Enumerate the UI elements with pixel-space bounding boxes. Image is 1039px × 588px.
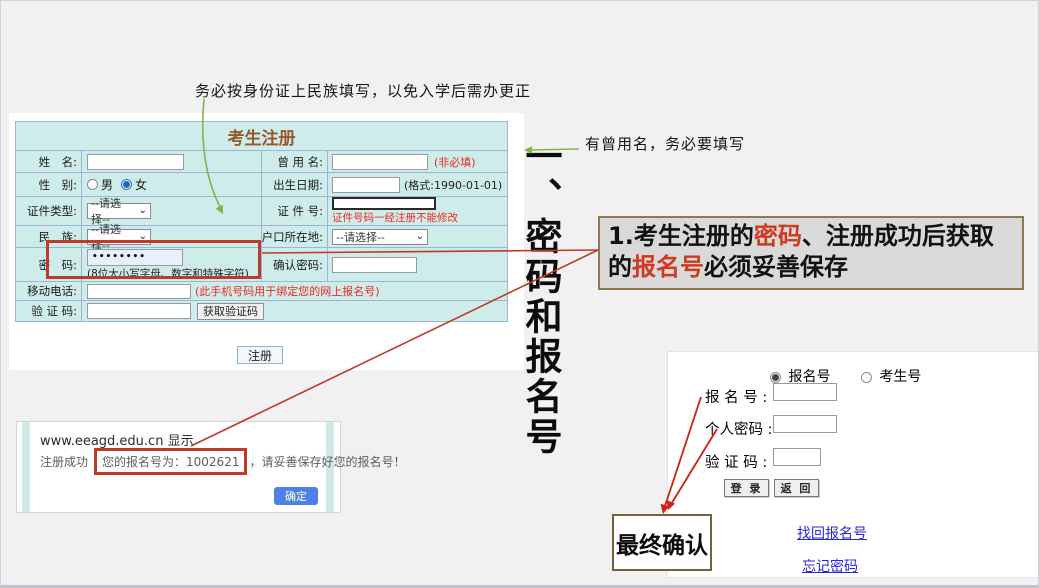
ethnic-select[interactable]: --请选择-- ⌄ — [87, 229, 151, 245]
back-button[interactable]: 返 回 — [774, 479, 819, 497]
idno-warning: 证件号码一经注册不能修改 — [332, 210, 507, 225]
male-radio[interactable] — [87, 179, 98, 190]
callout-text: 必须妥善保存 — [704, 253, 848, 281]
idtype-label: 证件类型: — [16, 197, 82, 225]
registration-title: 考生注册 — [16, 122, 507, 150]
male-label: 男 — [101, 176, 113, 193]
regnumber-radio[interactable] — [770, 372, 781, 383]
password-label: 密 码: — [16, 248, 82, 281]
dob-format-note: (格式:1990-01-01) — [404, 177, 502, 193]
female-label: 女 — [135, 176, 147, 193]
login-regnumber-label: 报 名 号 : — [705, 386, 767, 407]
password-input[interactable]: •••••••• — [87, 249, 183, 266]
row-name: 姓 名: 曾 用 名: (非必填) — [16, 150, 507, 172]
mobile-label: 移动电话: — [16, 282, 82, 300]
ethnicity-annotation: 务必按身份证上民族填写，以免入学后需办更正 — [195, 80, 531, 101]
dialog-body: 注册成功 您的报名号为：1002621 ，请妥善保存好您的报名号！ — [40, 448, 405, 475]
former-name-annotation: 有曾用名，务必要填写 — [585, 133, 745, 154]
row-captcha: 验 证 码: 获取验证码 — [16, 300, 507, 321]
dialog-title: www.eeagd.edu.cn 显示 — [40, 430, 194, 449]
examnumber-radio[interactable] — [861, 372, 872, 383]
captcha-label: 验 证 码: — [16, 301, 82, 321]
chevron-down-icon: ⌄ — [139, 232, 147, 242]
password-hint: (8位大小写字母、数字和特殊字符) — [87, 266, 261, 281]
female-radio[interactable] — [121, 179, 132, 190]
captcha-input[interactable] — [87, 303, 191, 319]
forgot-password-link[interactable]: 忘记密码 — [802, 556, 858, 576]
find-regnumber-link[interactable]: 找回报名号 — [797, 523, 867, 543]
callout-keyword-password: 密码 — [754, 222, 802, 250]
login-captcha-label: 验 证 码 : — [705, 451, 767, 472]
callout-keyword-regnumber: 报名号 — [632, 253, 704, 281]
name-input[interactable] — [87, 154, 184, 170]
page-edge-strip — [22, 422, 30, 512]
callout-text: 1.考生注册的 — [608, 222, 754, 250]
row-ethnicity: 民 族: --请选择-- ⌄ 户口所在地: --请选择-- ⌄ — [16, 225, 507, 247]
dialog-body-prefix: 注册成功 — [40, 453, 88, 470]
idno-label: 证 件 号: — [262, 197, 328, 225]
login-captcha-input[interactable] — [773, 448, 821, 466]
final-confirm-box: 最终确认 — [612, 514, 712, 571]
chevron-down-icon: ⌄ — [139, 206, 147, 216]
login-regnumber-input[interactable] — [773, 383, 837, 401]
browser-dialog: www.eeagd.edu.cn 显示 注册成功 您的报名号为：1002621 … — [16, 421, 341, 513]
password-callout-box: 1.考生注册的密码、注册成功后获取的报名号必须妥善保存 — [598, 216, 1024, 290]
register-button[interactable]: 注册 — [237, 346, 283, 364]
login-panel: 报名号 考生号 报 名 号 : 个人密码 : 验 证 码 : 登 录 返 回 — [667, 351, 1039, 578]
login-password-label: 个人密码 : — [705, 418, 773, 439]
dialog-ok-button[interactable]: 确定 — [274, 487, 318, 505]
registration-table: 考生注册 姓 名: 曾 用 名: (非必填) 性 别: 男 女 出生日期: — [15, 121, 508, 322]
section-title-vertical: 一、密码和报名号 — [522, 137, 559, 467]
residence-select[interactable]: --请选择-- ⌄ — [332, 229, 428, 245]
login-button[interactable]: 登 录 — [724, 479, 769, 497]
dob-label: 出生日期: — [262, 173, 328, 196]
dob-input[interactable] — [332, 177, 400, 193]
former-name-label: 曾 用 名: — [262, 151, 328, 172]
row-idnumber: 证件类型: --请选择-- ⌄ 证 件 号: 证件号码一经注册不能修改 — [16, 196, 507, 225]
login-password-input[interactable] — [773, 415, 837, 433]
ethnic-label: 民 族: — [16, 226, 82, 247]
examnumber-radio-label: 考生号 — [879, 369, 921, 385]
idno-input[interactable] — [332, 197, 436, 210]
name-label: 姓 名: — [16, 151, 82, 172]
row-password: 密 码: •••••••• (8位大小写字母、数字和特殊字符) 确认密码: — [16, 247, 507, 281]
registration-panel: 考生注册 姓 名: 曾 用 名: (非必填) 性 别: 男 女 出生日期: — [9, 113, 524, 370]
confirm-password-input[interactable] — [332, 257, 417, 273]
get-captcha-button[interactable]: 获取验证码 — [197, 303, 264, 320]
mobile-note: (此手机号码用于绑定您的网上报名号) — [195, 283, 380, 299]
chevron-down-icon: ⌄ — [416, 232, 424, 242]
row-gender: 性 别: 男 女 出生日期: (格式:1990-01-01) — [16, 172, 507, 196]
gender-label: 性 别: — [16, 173, 82, 196]
former-name-input[interactable] — [332, 154, 428, 170]
mobile-input[interactable] — [87, 284, 191, 299]
former-name-note: (非必填) — [434, 154, 476, 170]
row-mobile: 移动电话: (此手机号码用于绑定您的网上报名号) — [16, 281, 507, 300]
residence-label: 户口所在地: — [262, 226, 328, 247]
regnumber-highlight-rect: 您的报名号为：1002621 — [94, 448, 247, 475]
confirm-password-label: 确认密码: — [262, 248, 328, 281]
idtype-select[interactable]: --请选择-- ⌄ — [87, 203, 151, 219]
tutorial-page: 务必按身份证上民族填写，以免入学后需办更正 有曾用名，务必要填写 一、密码和报名… — [0, 0, 1039, 588]
dialog-body-suffix: ，请妥善保存好您的报名号！ — [249, 453, 405, 470]
